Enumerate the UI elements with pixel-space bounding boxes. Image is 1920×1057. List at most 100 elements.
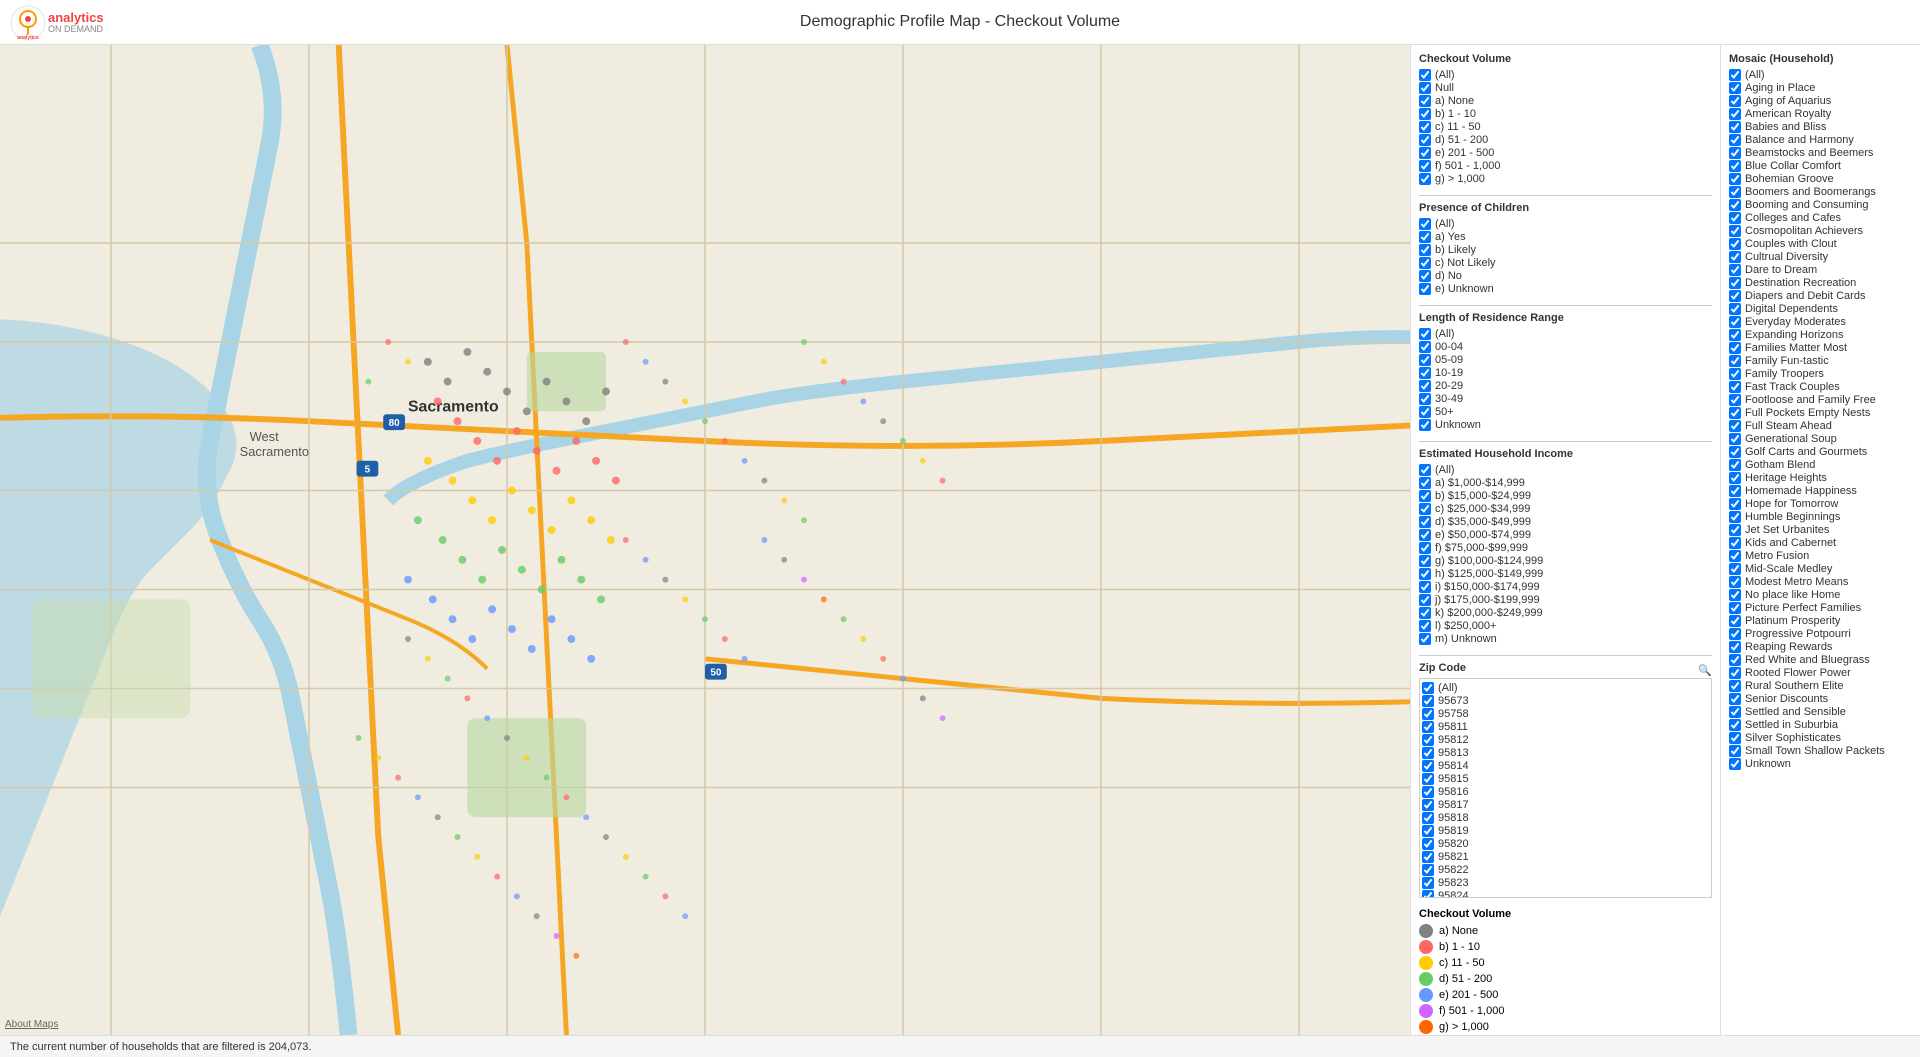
checkbox[interactable]: [1419, 160, 1431, 172]
checkbox[interactable]: [1419, 257, 1431, 269]
checkbox[interactable]: [1419, 555, 1431, 567]
checkbox[interactable]: [1729, 589, 1741, 601]
checkbox[interactable]: [1729, 745, 1741, 757]
checkbox[interactable]: [1419, 581, 1431, 593]
checkbox[interactable]: [1729, 667, 1741, 679]
checkbox[interactable]: [1729, 134, 1741, 146]
checkbox[interactable]: [1729, 654, 1741, 666]
checkbox[interactable]: [1729, 472, 1741, 484]
checkbox[interactable]: [1422, 682, 1434, 694]
checkbox[interactable]: [1729, 95, 1741, 107]
checkbox[interactable]: [1422, 851, 1434, 863]
checkbox[interactable]: [1419, 354, 1431, 366]
checkbox[interactable]: [1422, 734, 1434, 746]
checkbox[interactable]: [1729, 446, 1741, 458]
checkbox[interactable]: [1729, 160, 1741, 172]
checkbox[interactable]: [1729, 732, 1741, 744]
checkbox[interactable]: [1729, 602, 1741, 614]
checkbox[interactable]: [1729, 511, 1741, 523]
checkbox[interactable]: [1729, 147, 1741, 159]
checkbox[interactable]: [1422, 799, 1434, 811]
checkbox[interactable]: [1729, 615, 1741, 627]
checkbox[interactable]: [1729, 498, 1741, 510]
checkbox[interactable]: [1729, 524, 1741, 536]
checkbox[interactable]: [1729, 186, 1741, 198]
checkbox[interactable]: [1419, 633, 1431, 645]
checkbox[interactable]: [1419, 134, 1431, 146]
checkbox[interactable]: [1729, 108, 1741, 120]
checkbox[interactable]: [1729, 121, 1741, 133]
checkbox[interactable]: [1419, 380, 1431, 392]
checkbox[interactable]: [1729, 563, 1741, 575]
checkbox[interactable]: [1729, 251, 1741, 263]
checkbox[interactable]: [1419, 218, 1431, 230]
checkbox[interactable]: [1729, 290, 1741, 302]
checkbox[interactable]: [1419, 516, 1431, 528]
checkbox[interactable]: [1729, 407, 1741, 419]
map-area[interactable]: Sacramento West Sacramento: [0, 45, 1410, 1035]
checkbox[interactable]: [1419, 121, 1431, 133]
checkbox[interactable]: [1422, 838, 1434, 850]
checkbox[interactable]: [1422, 786, 1434, 798]
checkbox[interactable]: [1729, 550, 1741, 562]
checkbox[interactable]: [1729, 420, 1741, 432]
zipcode-search-icon[interactable]: 🔍: [1698, 664, 1712, 677]
checkbox[interactable]: [1729, 758, 1741, 770]
checkbox[interactable]: [1419, 406, 1431, 418]
checkbox[interactable]: [1419, 69, 1431, 81]
checkbox[interactable]: [1419, 568, 1431, 580]
checkbox[interactable]: [1729, 303, 1741, 315]
checkbox[interactable]: [1729, 316, 1741, 328]
checkbox[interactable]: [1422, 825, 1434, 837]
checkbox[interactable]: [1729, 238, 1741, 250]
checkbox[interactable]: [1422, 747, 1434, 759]
checkbox[interactable]: [1422, 695, 1434, 707]
checkbox[interactable]: [1729, 537, 1741, 549]
checkbox[interactable]: [1729, 329, 1741, 341]
checkbox[interactable]: [1419, 529, 1431, 541]
checkbox[interactable]: [1419, 490, 1431, 502]
checkbox[interactable]: [1419, 367, 1431, 379]
checkbox[interactable]: [1729, 355, 1741, 367]
checkbox[interactable]: [1729, 394, 1741, 406]
checkbox[interactable]: [1729, 82, 1741, 94]
checkbox[interactable]: [1422, 760, 1434, 772]
checkbox[interactable]: [1729, 641, 1741, 653]
checkbox[interactable]: [1419, 419, 1431, 431]
zipcode-list[interactable]: (All)95673957589581195812958139581495815…: [1419, 678, 1712, 898]
checkbox[interactable]: [1422, 708, 1434, 720]
checkbox[interactable]: [1419, 283, 1431, 295]
checkbox[interactable]: [1729, 69, 1741, 81]
checkbox[interactable]: [1729, 173, 1741, 185]
checkbox[interactable]: [1419, 542, 1431, 554]
checkbox[interactable]: [1729, 693, 1741, 705]
checkbox[interactable]: [1419, 95, 1431, 107]
checkbox[interactable]: [1419, 341, 1431, 353]
checkbox[interactable]: [1419, 477, 1431, 489]
checkbox[interactable]: [1729, 706, 1741, 718]
about-maps-link[interactable]: About Maps: [5, 1019, 58, 1030]
checkbox[interactable]: [1419, 270, 1431, 282]
checkbox[interactable]: [1422, 864, 1434, 876]
checkbox[interactable]: [1422, 812, 1434, 824]
checkbox[interactable]: [1419, 147, 1431, 159]
checkbox[interactable]: [1419, 620, 1431, 632]
checkbox[interactable]: [1419, 108, 1431, 120]
checkbox[interactable]: [1729, 576, 1741, 588]
checkbox[interactable]: [1729, 485, 1741, 497]
checkbox[interactable]: [1422, 877, 1434, 889]
checkbox[interactable]: [1729, 368, 1741, 380]
checkbox[interactable]: [1419, 594, 1431, 606]
checkbox[interactable]: [1729, 433, 1741, 445]
checkbox[interactable]: [1419, 328, 1431, 340]
checkbox[interactable]: [1729, 381, 1741, 393]
checkbox[interactable]: [1729, 199, 1741, 211]
checkbox[interactable]: [1729, 342, 1741, 354]
checkbox[interactable]: [1729, 719, 1741, 731]
checkbox[interactable]: [1729, 628, 1741, 640]
checkbox[interactable]: [1419, 464, 1431, 476]
checkbox[interactable]: [1729, 277, 1741, 289]
checkbox[interactable]: [1419, 173, 1431, 185]
checkbox[interactable]: [1422, 890, 1434, 898]
checkbox[interactable]: [1419, 503, 1431, 515]
